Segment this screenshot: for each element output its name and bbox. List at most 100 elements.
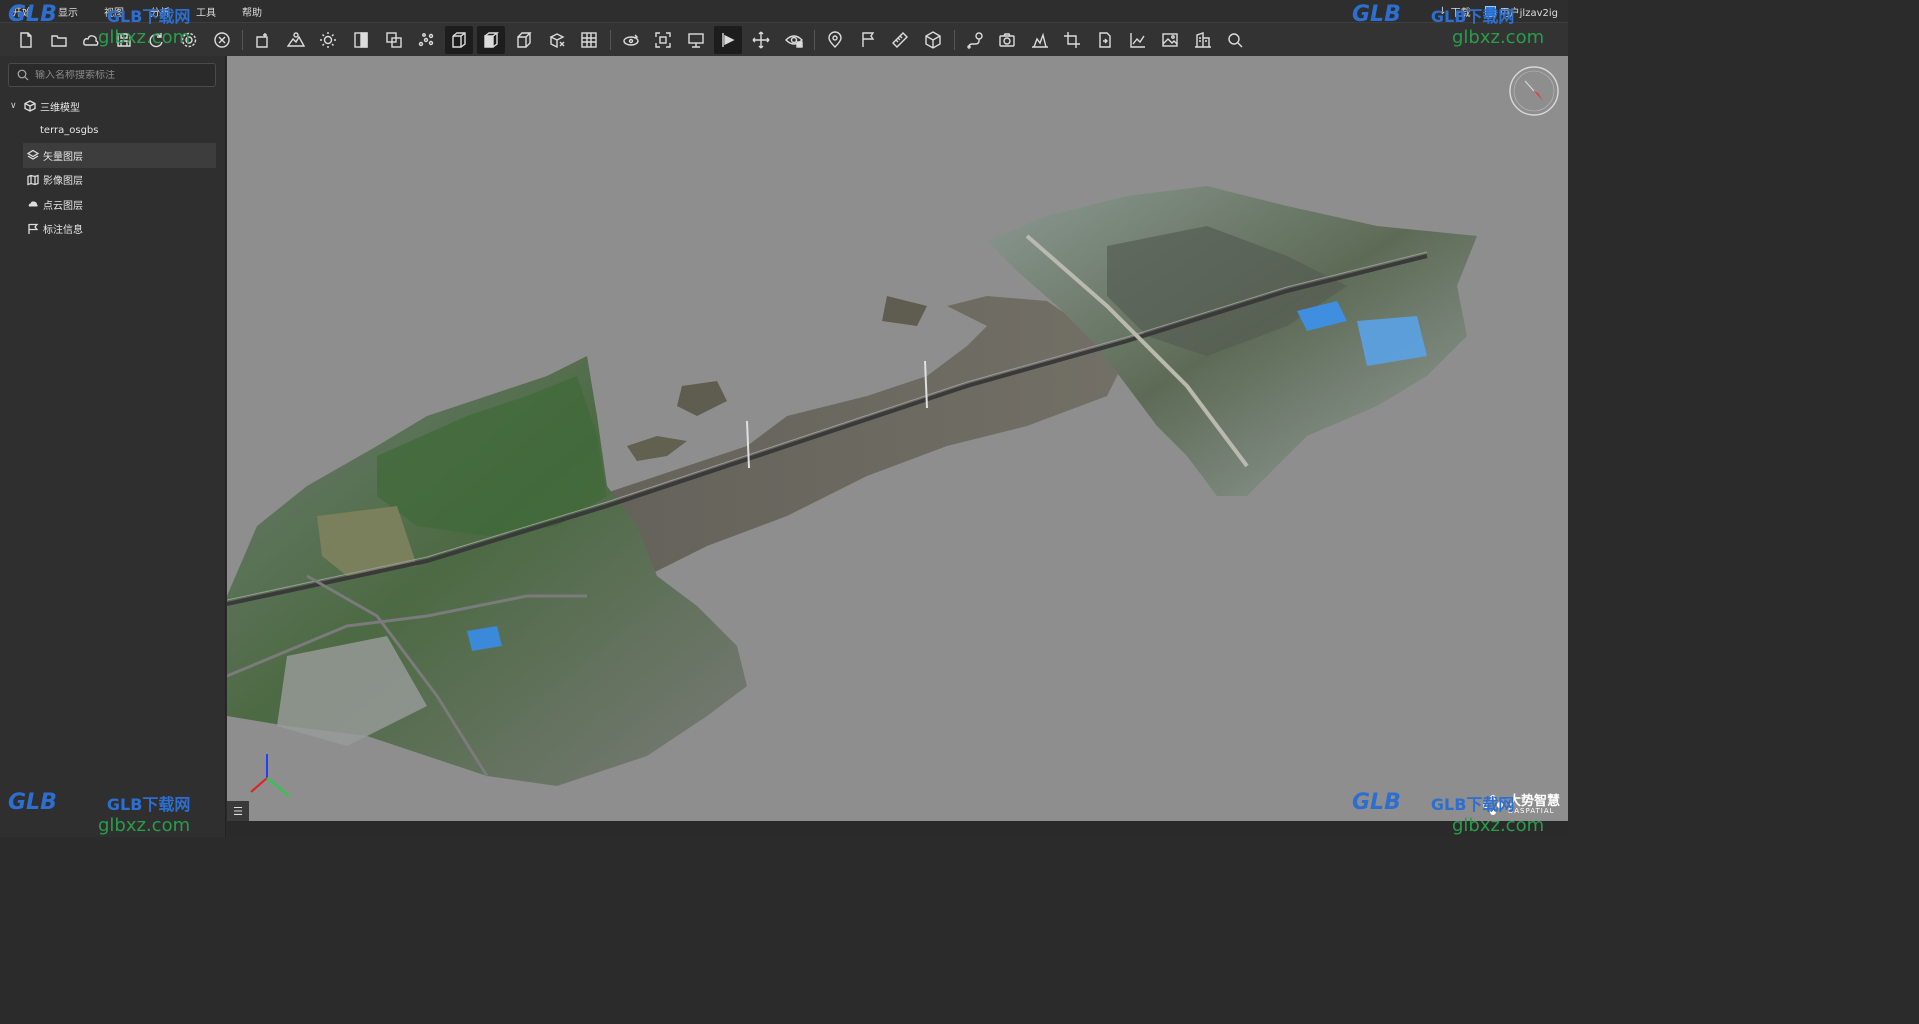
search-input[interactable]	[35, 69, 205, 81]
download-button[interactable]: ↓ 下载	[1438, 4, 1470, 19]
points-button[interactable]	[412, 26, 440, 54]
grid-icon	[581, 31, 597, 48]
layer-panel: ∨ 三维模型 terra_osgbs 矢量图层 影像图层 点云图层 标注信	[0, 56, 226, 837]
ruler-button[interactable]	[886, 26, 914, 54]
river-patch	[677, 381, 727, 416]
save-button[interactable]	[110, 26, 138, 54]
export-icon	[1099, 31, 1111, 48]
river-area	[597, 296, 1127, 576]
tree-item-annotations[interactable]: 标注信息	[0, 217, 226, 242]
building-button[interactable]	[1189, 26, 1217, 54]
box-icon	[925, 30, 941, 49]
terrain-button[interactable]	[282, 26, 310, 54]
river-patch	[627, 436, 687, 461]
status-bar	[227, 821, 1568, 837]
menu-start[interactable]: 开始	[12, 4, 32, 19]
tree-item-label: 标注信息	[43, 225, 83, 237]
add-layer-icon	[256, 32, 268, 48]
chart-icon	[1129, 32, 1145, 48]
add-layer-button[interactable]	[249, 26, 277, 54]
cube-solid-icon	[484, 31, 500, 48]
chevron-down-icon[interactable]: ∨	[10, 101, 20, 111]
tree-item-imagery-layer[interactable]: 影像图层	[0, 168, 226, 193]
3d-viewport[interactable]: ☰ 大势智慧 DASPATIAL	[227, 56, 1568, 821]
toolbar-separator	[814, 29, 816, 50]
tree-item-label: 三维模型	[40, 102, 80, 114]
toolbar	[0, 22, 1568, 56]
tree-item-label: terra_osgbs	[40, 125, 99, 137]
cube-wire-icon	[517, 31, 532, 48]
menu-display[interactable]: 显示	[58, 4, 78, 19]
river-patch	[882, 296, 927, 326]
search-box[interactable]	[8, 63, 216, 87]
close-circle-icon	[213, 31, 230, 48]
tree-item-pointcloud-layer[interactable]: 点云图层	[0, 192, 226, 217]
toolbar-separator	[953, 29, 955, 50]
compass-icon[interactable]	[1508, 65, 1560, 117]
menubar-right: ↓ 下载 用户jlzav2ig	[1438, 0, 1558, 22]
open-folder-button[interactable]	[45, 26, 73, 54]
new-file-button[interactable]	[12, 26, 40, 54]
cube-wire-button[interactable]	[510, 26, 538, 54]
refresh-icon	[149, 32, 164, 47]
image-button[interactable]	[1156, 26, 1184, 54]
flag-icon	[862, 31, 875, 47]
cloud-icon	[83, 34, 99, 46]
menu-view[interactable]: 视图	[104, 4, 124, 19]
tree-item-label: 矢量图层	[43, 151, 83, 163]
route-button[interactable]	[961, 26, 989, 54]
tree-item-vector-layer[interactable]: 矢量图层	[23, 143, 216, 168]
list-toggle-button[interactable]: ☰	[227, 801, 249, 821]
flag-button[interactable]	[854, 26, 882, 54]
layers-icon	[27, 149, 39, 161]
cube-solid-button[interactable]	[477, 25, 506, 54]
sun-button[interactable]	[314, 26, 342, 54]
profile-button[interactable]	[1026, 26, 1054, 54]
refresh-button[interactable]	[142, 26, 170, 54]
user-avatar	[1484, 5, 1496, 17]
export-button[interactable]	[1091, 26, 1119, 54]
cube-clip-button[interactable]	[543, 26, 571, 54]
flag-play-button[interactable]	[714, 25, 743, 54]
crop-button[interactable]	[1058, 26, 1086, 54]
tree-item-terra-osgbs[interactable]: terra_osgbs	[0, 119, 226, 144]
box-button[interactable]	[919, 26, 947, 54]
menu-help[interactable]: 帮助	[242, 4, 262, 19]
camera-button[interactable]	[993, 26, 1021, 54]
tree-item-3d-model[interactable]: ∨ 三维模型	[0, 94, 226, 119]
monitor-button[interactable]	[682, 26, 710, 54]
search-icon	[17, 69, 29, 81]
location-pin-button[interactable]	[821, 26, 849, 54]
brand-name-en: DASPATIAL	[1507, 807, 1555, 815]
orbit-button[interactable]	[617, 26, 645, 54]
cloud-button[interactable]	[77, 26, 105, 54]
cube-outline-button[interactable]	[444, 25, 473, 54]
cube-icon	[24, 100, 36, 112]
view-lock-button[interactable]	[780, 26, 808, 54]
terrain-model[interactable]	[227, 56, 1568, 821]
layer-tree: ∨ 三维模型 terra_osgbs 矢量图层 影像图层 点云图层 标注信息	[0, 94, 226, 241]
layer-compare-button[interactable]	[380, 26, 408, 54]
move-button[interactable]	[747, 26, 775, 54]
search-button[interactable]	[1221, 26, 1249, 54]
open-folder-icon	[50, 34, 67, 47]
ruler-icon	[892, 31, 909, 48]
shadow-button[interactable]	[347, 26, 375, 54]
map-icon	[27, 174, 39, 186]
view-lock-icon	[784, 34, 803, 48]
camera-icon	[999, 32, 1015, 47]
settings-icon	[181, 32, 197, 47]
save-icon	[117, 32, 131, 47]
cloud-points-icon	[28, 201, 38, 207]
close-circle-button[interactable]	[208, 26, 236, 54]
menu-analysis[interactable]: 分析	[150, 4, 170, 19]
settings-button[interactable]	[175, 26, 203, 54]
chart-button[interactable]	[1124, 26, 1152, 54]
user-menu[interactable]: 用户jlzav2ig	[1484, 4, 1558, 19]
menu-tools[interactable]: 工具	[196, 4, 216, 19]
axis-gizmo	[250, 754, 290, 797]
grid-button[interactable]	[575, 26, 603, 54]
move-icon	[752, 31, 770, 48]
shadow-icon	[354, 31, 368, 48]
fullscreen-button[interactable]	[649, 26, 677, 54]
